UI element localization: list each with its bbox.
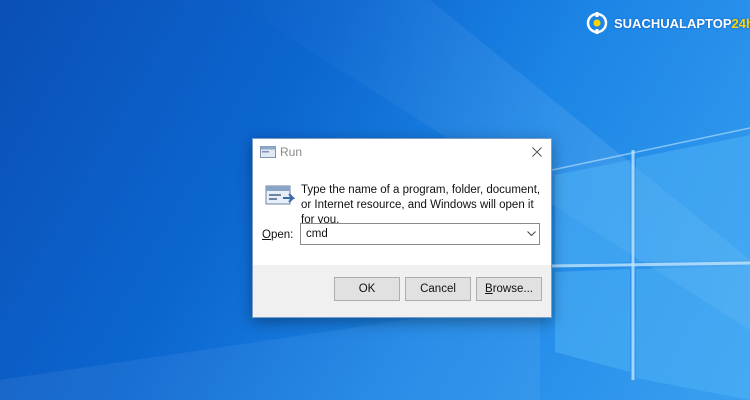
cancel-button[interactable]: Cancel (405, 277, 471, 301)
ok-button[interactable]: OK (334, 277, 400, 301)
open-label: Open: (262, 229, 294, 241)
chevron-down-icon (526, 231, 536, 237)
run-dialog: Run Type the name of a program, folder, … (252, 138, 552, 318)
close-button[interactable] (527, 142, 547, 162)
run-app-icon (260, 146, 276, 158)
close-icon (532, 147, 542, 157)
browse-button[interactable]: Browse... (476, 277, 542, 301)
title-bar[interactable]: Run (253, 139, 551, 165)
dropdown-button[interactable] (523, 224, 539, 244)
gear-wrench-icon (586, 12, 608, 34)
description-text: Type the name of a program, folder, docu… (301, 184, 541, 226)
watermark-text: SUACHUALAPTOP24h.com (614, 15, 750, 31)
open-input[interactable]: cmd (306, 228, 523, 240)
run-icon (265, 185, 295, 205)
open-combobox[interactable]: cmd (300, 223, 540, 245)
window-title: Run (280, 145, 303, 159)
watermark-logo: SUACHUALAPTOP24h.com (586, 10, 750, 36)
